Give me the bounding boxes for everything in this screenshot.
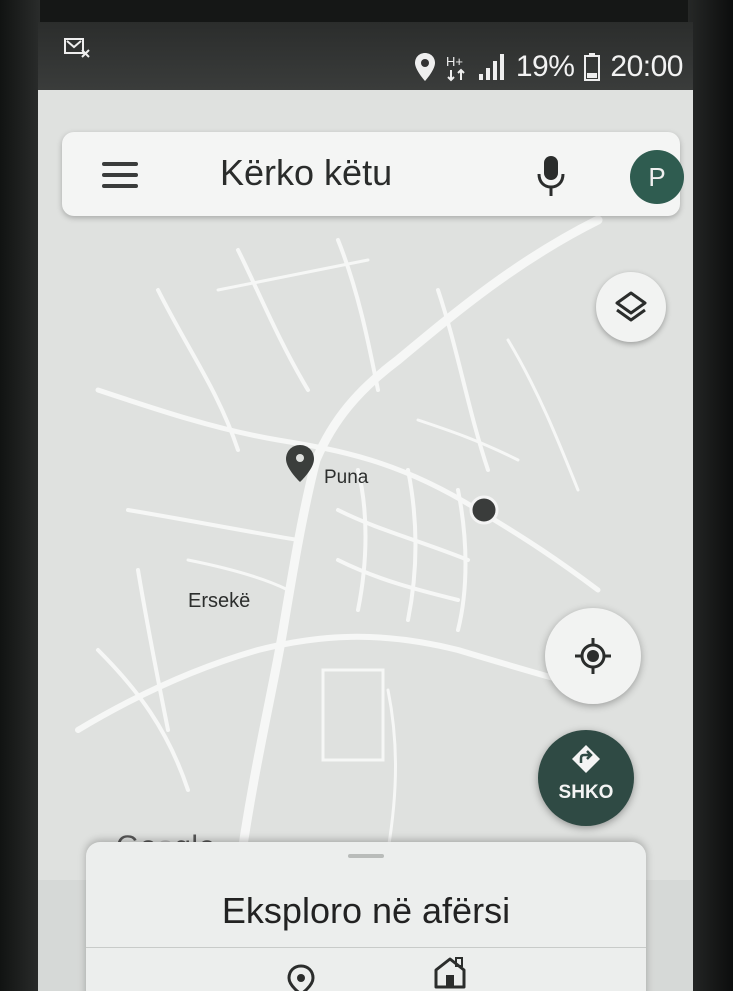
avatar[interactable]: P (630, 150, 684, 204)
place-label-puna[interactable]: Puna (324, 467, 368, 489)
go-button[interactable]: SHKO (538, 730, 634, 826)
place-label-erseke[interactable]: Ersekë (188, 590, 250, 613)
search-bar[interactable]: Kërko këtu P (62, 132, 684, 216)
signal-icon (478, 54, 504, 80)
directions-icon (572, 745, 600, 773)
my-location-button[interactable] (545, 608, 641, 704)
svg-text:H+: H+ (446, 54, 463, 69)
phone-bezel-right (688, 0, 733, 991)
my-location-icon (575, 638, 611, 674)
phone-screen: H+ 19% 20:00 Puna Ersekë Kërko këtu P SH… (38, 22, 693, 991)
phone-bezel-left (0, 0, 40, 991)
data-icon: H+ (446, 54, 465, 82)
notification-icon (64, 38, 90, 58)
battery-icon (584, 53, 601, 81)
mic-icon[interactable] (536, 154, 566, 198)
bottom-sheet[interactable]: Eksploro në afërsi (86, 842, 646, 991)
layers-button[interactable] (596, 272, 666, 342)
menu-icon[interactable] (102, 162, 138, 188)
status-indicators: H+ 19% 20:00 (414, 50, 683, 84)
clock: 20:00 (610, 50, 683, 83)
sheet-divider (86, 947, 646, 948)
battery-percent: 19% (515, 50, 575, 83)
sheet-handle[interactable] (348, 854, 384, 858)
status-bar: H+ 19% 20:00 (38, 22, 693, 90)
go-button-label: SHKO (558, 782, 614, 803)
search-input[interactable]: Kërko këtu (220, 152, 392, 194)
layers-icon (615, 291, 647, 322)
explore-nearby-title[interactable]: Eksploro në afërsi (86, 890, 646, 932)
home-icon[interactable] (432, 954, 468, 990)
nearby-place-dot (469, 495, 499, 525)
photo-top-edge (0, 0, 733, 22)
explore-icon[interactable] (286, 964, 316, 991)
location-icon (414, 53, 435, 81)
